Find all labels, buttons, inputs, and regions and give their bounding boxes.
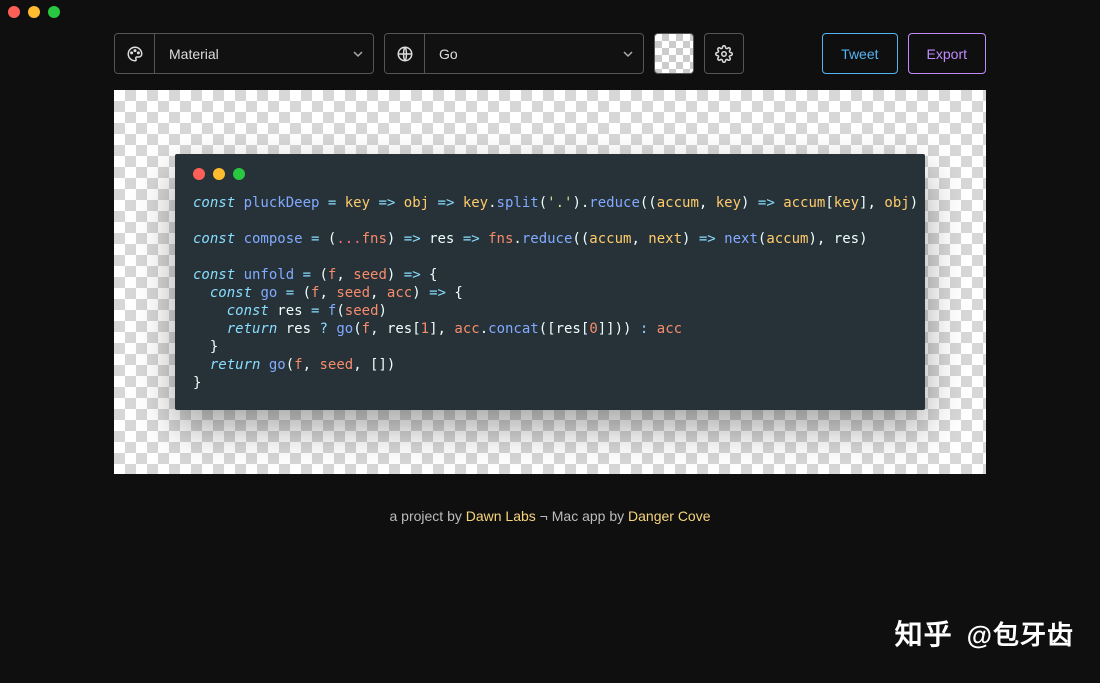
minimize-icon (213, 168, 225, 180)
export-button[interactable]: Export (908, 33, 986, 74)
footer-prefix: a project by (389, 508, 465, 524)
settings-button[interactable] (704, 33, 744, 74)
chevron-down-icon (343, 34, 373, 73)
export-button-label: Export (927, 46, 967, 62)
code-editor[interactable]: const pluckDeep = key => obj => key.spli… (193, 194, 907, 392)
close-icon[interactable] (8, 6, 20, 18)
watermark-handle: @包牙齿 (967, 615, 1074, 652)
toolbar: Material Go Tweet Export (114, 33, 986, 74)
dawn-labs-link[interactable]: Dawn Labs (466, 508, 536, 524)
zoom-icon[interactable] (48, 6, 60, 18)
globe-icon (385, 34, 425, 73)
gear-icon (715, 45, 733, 63)
tweet-button[interactable]: Tweet (822, 33, 897, 74)
chevron-down-icon (613, 34, 643, 73)
minimize-icon[interactable] (28, 6, 40, 18)
zoom-icon (233, 168, 245, 180)
watermark: 知乎 @包牙齿 (895, 613, 1074, 653)
theme-select-value: Material (155, 34, 343, 73)
close-icon (193, 168, 205, 180)
preview-canvas: const pluckDeep = key => obj => key.spli… (114, 90, 986, 474)
app-window-controls (8, 6, 60, 18)
footer-credits: a project by Dawn Labs ¬ Mac app by Dang… (0, 508, 1100, 524)
language-select[interactable]: Go (384, 33, 644, 74)
code-card[interactable]: const pluckDeep = key => obj => key.spli… (175, 154, 925, 410)
theme-select[interactable]: Material (114, 33, 374, 74)
language-select-value: Go (425, 34, 613, 73)
palette-icon (115, 34, 155, 73)
zhihu-logo-icon: 知乎 (895, 613, 953, 653)
background-color-button[interactable] (654, 33, 694, 74)
footer-middle: ¬ Mac app by (536, 508, 628, 524)
card-window-controls (193, 168, 907, 180)
danger-cove-link[interactable]: Danger Cove (628, 508, 711, 524)
tweet-button-label: Tweet (841, 46, 878, 62)
